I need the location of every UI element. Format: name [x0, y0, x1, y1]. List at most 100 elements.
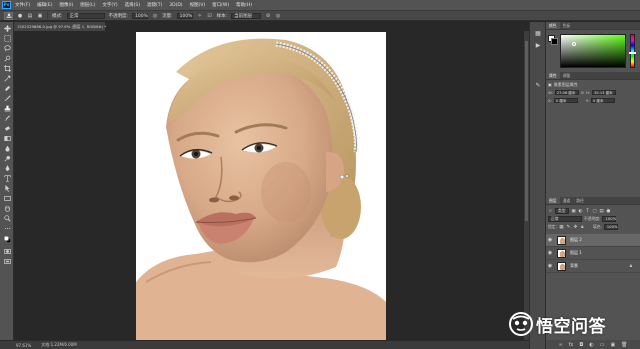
add-mask-icon[interactable]: ◘: [579, 342, 583, 348]
dodge-tool-icon[interactable]: [3, 155, 11, 162]
clone-source-icon[interactable]: ▣: [37, 13, 43, 19]
menu-3d[interactable]: 3D(D): [169, 3, 182, 8]
layer-row[interactable]: ◉ 图层 1: [546, 247, 640, 260]
layer-style-icon[interactable]: fx: [569, 342, 574, 348]
document-canvas[interactable]: [136, 32, 386, 340]
menu-layer[interactable]: 图层(L): [80, 2, 95, 8]
eraser-tool-icon[interactable]: [3, 125, 11, 132]
aligned-checkbox[interactable]: ☑: [207, 13, 213, 19]
visibility-eye-icon[interactable]: ◉: [546, 263, 554, 269]
eyedropper-tool-icon[interactable]: [3, 75, 11, 82]
tab-properties[interactable]: 属性: [546, 72, 560, 79]
visibility-eye-icon[interactable]: ◉: [546, 237, 554, 243]
move-tool-icon[interactable]: [3, 25, 11, 32]
lasso-tool-icon[interactable]: [3, 45, 11, 52]
menu-view[interactable]: 视图(V): [190, 2, 206, 8]
flow-field[interactable]: 100%: [176, 12, 193, 19]
tab-color[interactable]: 颜色: [546, 22, 560, 29]
adjustment-filter-icon[interactable]: ◐: [578, 209, 583, 214]
brush-tool-icon[interactable]: [3, 95, 11, 102]
height-field[interactable]: 35.13 厘米: [592, 90, 617, 95]
hand-tool-icon[interactable]: [3, 205, 11, 212]
hue-slider[interactable]: [630, 34, 635, 68]
visibility-eye-icon[interactable]: ◉: [546, 250, 554, 256]
tab-channels[interactable]: 通道: [560, 197, 574, 204]
pen-tool-icon[interactable]: [3, 165, 11, 172]
pressure-opacity-icon[interactable]: ◎: [152, 13, 158, 19]
menu-filter[interactable]: 滤镜(T): [147, 2, 162, 8]
shape-filter-icon[interactable]: ▢: [592, 209, 597, 214]
zoom-tool-icon[interactable]: [3, 215, 11, 222]
brush-panel-icon[interactable]: ✎: [534, 82, 542, 89]
history-brush-tool-icon[interactable]: [3, 115, 11, 122]
fill-field[interactable]: 100%: [603, 224, 618, 230]
link-icon[interactable]: ⊝: [581, 90, 584, 95]
width-field[interactable]: 27.06 厘米: [554, 90, 579, 95]
type-filter-icon[interactable]: T: [585, 209, 590, 214]
blur-tool-icon[interactable]: [3, 145, 11, 152]
airbrush-icon[interactable]: ✧: [197, 13, 203, 19]
position-row: X: 0 厘米 Y: 0 厘米: [548, 97, 638, 104]
crop-tool-icon[interactable]: [3, 65, 11, 72]
zoom-level[interactable]: 97.61%: [16, 343, 31, 348]
history-panel-icon[interactable]: ▦: [534, 30, 542, 37]
path-selection-tool-icon[interactable]: [3, 185, 11, 192]
opacity-field[interactable]: 100%: [132, 12, 149, 19]
layer-opacity-field[interactable]: 100%: [602, 216, 617, 222]
lock-paint-icon[interactable]: ✎: [566, 225, 571, 230]
layer-row[interactable]: ◉ 图层 2: [546, 234, 640, 247]
new-layer-icon[interactable]: ▣: [610, 342, 615, 348]
tool-preset-button[interactable]: [4, 11, 13, 20]
brush-settings-icon[interactable]: ▤: [27, 13, 33, 19]
tab-layers[interactable]: 图层: [546, 197, 560, 204]
mode-select[interactable]: 正常: [66, 12, 105, 19]
menu-type[interactable]: 文字(Y): [102, 2, 117, 8]
new-group-icon[interactable]: ▭: [600, 342, 605, 348]
background-color-swatch[interactable]: [551, 38, 558, 45]
color-picker-field[interactable]: [560, 34, 626, 68]
pressure-size-icon[interactable]: ◎: [275, 13, 281, 19]
more-tools-icon[interactable]: [3, 225, 11, 232]
smart-object-filter-icon[interactable]: ▤: [599, 209, 604, 214]
tab-adjustments[interactable]: 调整: [560, 72, 574, 79]
color-swatches-icon[interactable]: [3, 235, 12, 244]
menu-select[interactable]: 选择(S): [125, 2, 140, 8]
brush-size-icon[interactable]: ●: [17, 13, 23, 19]
menu-window[interactable]: 窗口(W): [212, 2, 229, 8]
lock-pixels-icon[interactable]: ▦: [559, 225, 564, 230]
pixel-filter-icon[interactable]: ▣: [571, 209, 576, 214]
color-picker-cursor[interactable]: [572, 42, 576, 46]
marquee-tool-icon[interactable]: [3, 35, 11, 42]
quick-mask-icon[interactable]: [3, 248, 11, 255]
scrollbar-thumb[interactable]: [525, 41, 528, 221]
rectangle-tool-icon[interactable]: [3, 195, 11, 202]
menu-file[interactable]: 文件(F): [15, 2, 30, 8]
menu-edit[interactable]: 编辑(E): [37, 2, 52, 8]
x-field[interactable]: 0 厘米: [553, 98, 578, 103]
actions-panel-icon[interactable]: ▶: [534, 42, 542, 49]
tab-paths[interactable]: 路径: [573, 197, 587, 204]
healing-brush-tool-icon[interactable]: [3, 85, 11, 92]
ignore-adjustment-icon[interactable]: ⊘: [265, 13, 271, 19]
menu-image[interactable]: 图像(I): [59, 2, 73, 8]
lock-all-icon[interactable]: 🔒︎: [580, 224, 585, 230]
layer-kind-filter[interactable]: 类型: [555, 208, 569, 214]
lock-position-icon[interactable]: ✥: [573, 225, 578, 230]
document-tab[interactable]: 1502329886-0.jpg @ 97.6% (图层 1, RGB/8#) …: [14, 22, 106, 31]
type-tool-icon[interactable]: [3, 175, 11, 182]
layer-row[interactable]: ◉ 背景 🔒︎: [546, 260, 640, 273]
sample-select[interactable]: 当前图层: [231, 12, 262, 19]
clone-stamp-tool-icon[interactable]: [3, 105, 11, 112]
new-adjustment-icon[interactable]: ◐: [589, 342, 593, 348]
screen-mode-icon[interactable]: [3, 258, 11, 265]
delete-layer-icon[interactable]: 🗑︎: [621, 342, 627, 348]
hue-slider-marker[interactable]: [629, 52, 636, 54]
menu-help[interactable]: 帮助(H): [236, 2, 252, 8]
gradient-tool-icon[interactable]: [3, 135, 11, 142]
blend-mode-select[interactable]: 正常: [548, 216, 582, 222]
tab-swatches[interactable]: 色板: [560, 22, 574, 29]
y-field[interactable]: 0 厘米: [591, 98, 615, 103]
filter-toggle-icon[interactable]: ●: [606, 209, 611, 214]
quick-select-tool-icon[interactable]: [3, 55, 11, 62]
link-layers-icon[interactable]: ∞: [558, 342, 562, 348]
